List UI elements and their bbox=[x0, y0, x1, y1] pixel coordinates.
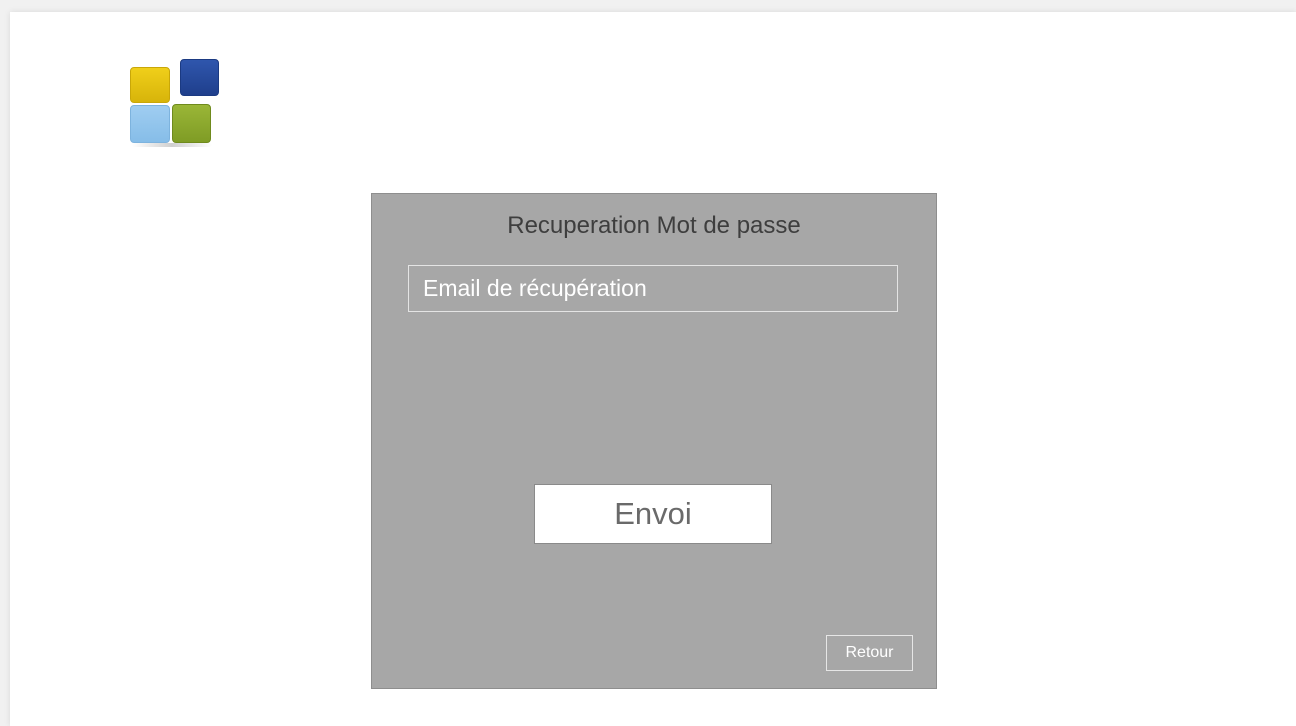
logo-tile-yellow bbox=[130, 67, 170, 103]
back-button[interactable]: Retour bbox=[826, 635, 913, 671]
app-logo bbox=[128, 57, 220, 149]
password-recovery-panel: Recuperation Mot de passe Envoi Retour bbox=[371, 193, 937, 689]
logo-tile-light-blue bbox=[130, 105, 170, 143]
logo-tile-blue bbox=[180, 59, 219, 96]
logo-reflection bbox=[132, 143, 212, 147]
app-window: Recuperation Mot de passe Envoi Retour bbox=[10, 12, 1296, 726]
send-button[interactable]: Envoi bbox=[534, 484, 772, 544]
logo-tile-green bbox=[172, 104, 211, 143]
recovery-email-input[interactable] bbox=[408, 265, 898, 312]
panel-title: Recuperation Mot de passe bbox=[507, 212, 801, 239]
